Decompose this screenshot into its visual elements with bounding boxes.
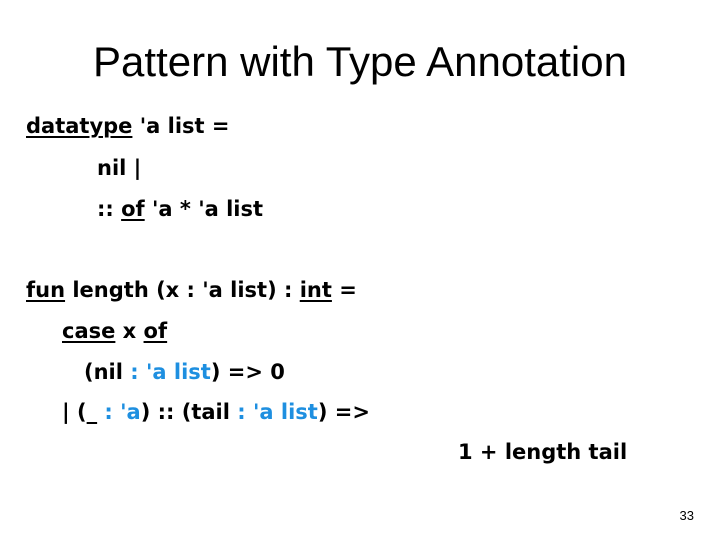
code-text: (nil [84,360,123,384]
code-text: 'a list = [132,114,230,138]
type-annotation: : 'a [97,400,141,424]
type-annotation: : 'a list [229,400,318,424]
code-text: length (x : 'a list) : [65,278,300,302]
type-annotation: : 'a list [122,360,211,384]
code-text: ) :: (tail [140,400,230,424]
code-text: x [115,319,144,343]
slide-title: Pattern with Type Annotation [93,38,627,85]
keyword-fun: fun [26,278,66,302]
keyword-int: int [299,278,332,302]
function-line-1: fun length (x : 'a list) : int = [26,278,357,302]
keyword-of: of [121,197,145,221]
keyword-of: of [143,319,168,343]
code-text: 'a * 'a list [144,197,264,221]
function-line-3: (nil : 'a list) => 0 [84,360,285,384]
code-text: = [331,278,357,302]
code-text: nil | [97,156,142,180]
code-block: datatype 'a list = nil | :: of 'a * 'a l… [0,0,627,464]
code-text: ) => 0 [210,360,285,384]
code-text: 1 + length tail [458,440,628,464]
datatype-line-2: nil | [97,156,141,180]
keyword-datatype: datatype [26,114,133,138]
function-line-2: case x of [62,319,167,343]
code-text: :: [97,197,122,221]
function-line-4: | (_ : 'a) :: (tail : 'a list) => [62,400,370,424]
datatype-line-1: datatype 'a list = [26,114,230,138]
page-number: 33 [679,508,694,523]
code-text: ) => [317,400,370,424]
keyword-case: case [62,319,116,343]
code-text: | (_ [62,400,98,424]
function-line-5: 1 + length tail [458,440,627,464]
datatype-line-3: :: of 'a * 'a list [97,197,263,221]
